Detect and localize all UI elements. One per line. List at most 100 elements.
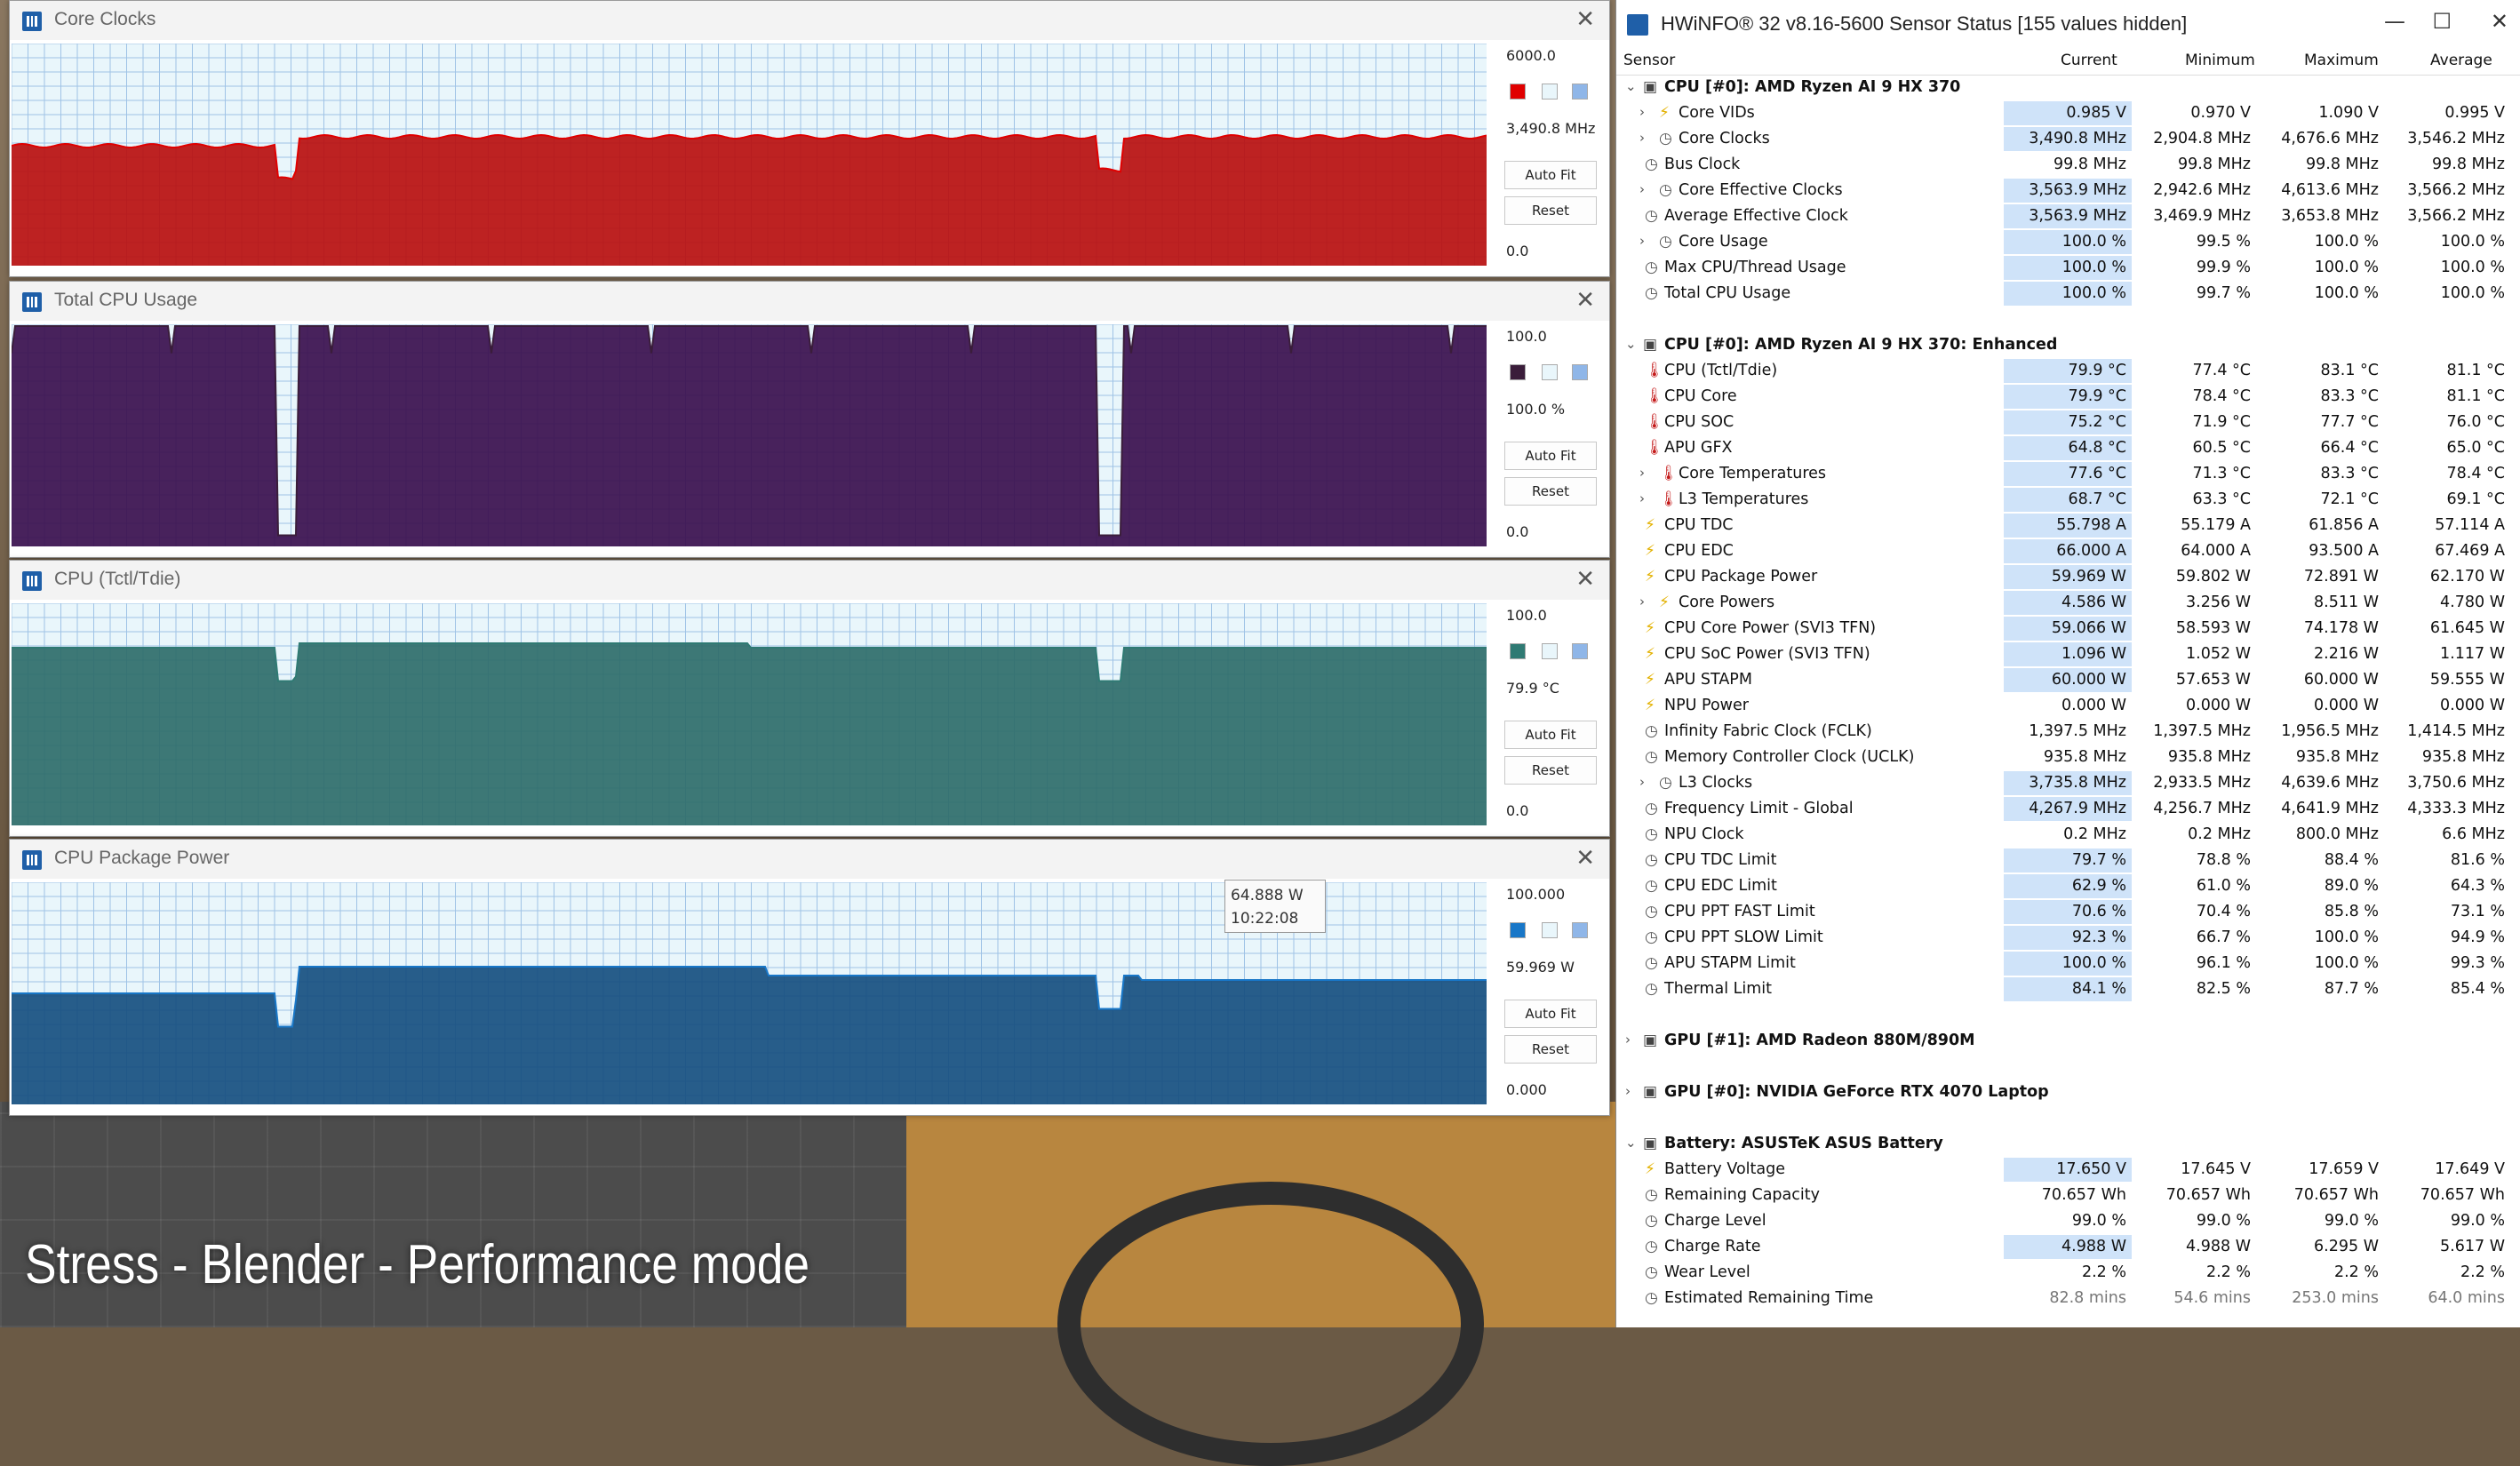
auto-fit-button[interactable]: Auto Fit [1504, 161, 1597, 189]
graph-color-swatch[interactable] [1510, 364, 1526, 380]
chevron-right-icon[interactable]: › [1639, 104, 1645, 120]
graph-grid-swatch[interactable] [1572, 84, 1588, 100]
sensor-row[interactable]: ◷ APU STAPM Limit 100.0 % 96.1 % 100.0 %… [1616, 951, 2520, 976]
sensor-row[interactable]: ◷ Remaining Capacity 70.657 Wh 70.657 Wh… [1616, 1183, 2520, 1208]
graph-color-swatch[interactable] [1510, 922, 1526, 938]
sensor-row[interactable]: ⚡ Battery Voltage 17.650 V 17.645 V 17.6… [1616, 1157, 2520, 1183]
sensor-row[interactable]: ◷ Charge Rate 4.988 W 4.988 W 6.295 W 5.… [1616, 1234, 2520, 1260]
sensor-row[interactable]: 🌡 CPU SOC 75.2 °C 71.9 °C 77.7 °C 76.0 °… [1616, 410, 2520, 435]
maximize-icon[interactable]: ☐ [2432, 9, 2452, 34]
sensor-row[interactable]: ◷ Memory Controller Clock (UCLK) 935.8 M… [1616, 745, 2520, 770]
col-current[interactable]: Current [2061, 52, 2117, 69]
sensor-row[interactable]: › ⚡ Core VIDs 0.985 V 0.970 V 1.090 V 0.… [1616, 100, 2520, 126]
chevron-right-icon[interactable]: › [1639, 594, 1645, 610]
sensor-row[interactable]: ◷ Estimated Remaining Time 82.8 mins 54.… [1616, 1286, 2520, 1311]
graph-title-bar[interactable]: Core Clocks ✕ [10, 1, 1609, 40]
chevron-right-icon[interactable]: › [1625, 1083, 1631, 1099]
sensor-row[interactable]: ◷ Max CPU/Thread Usage 100.0 % 99.9 % 10… [1616, 255, 2520, 281]
graph-grid-swatch[interactable] [1572, 922, 1588, 938]
sensor-row[interactable]: ⚡ APU STAPM 60.000 W 57.653 W 60.000 W 5… [1616, 667, 2520, 693]
chevron-right-icon[interactable]: › [1625, 1032, 1631, 1048]
close-icon[interactable]: ✕ [1575, 287, 1595, 314]
sensor-row[interactable]: › ◷ Core Clocks 3,490.8 MHz 2,904.8 MHz … [1616, 126, 2520, 152]
graph-title-bar[interactable]: CPU Package Power ✕ [10, 840, 1609, 879]
sensor-row[interactable]: ◷ Wear Level 2.2 % 2.2 % 2.2 % 2.2 % [1616, 1260, 2520, 1286]
sensor-row[interactable]: ⚡ CPU Package Power 59.969 W 59.802 W 72… [1616, 564, 2520, 590]
graph-title-bar[interactable]: Total CPU Usage ✕ [10, 282, 1609, 321]
sensor-row[interactable]: ⚡ CPU Core Power (SVI3 TFN) 59.066 W 58.… [1616, 616, 2520, 641]
sensor-group-row[interactable]: ⌄ ▣ Battery: ASUSTeK ASUS Battery [1616, 1131, 2520, 1157]
sensor-group-row[interactable]: ⌄ ▣ CPU [#0]: AMD Ryzen AI 9 HX 370: Enh… [1616, 332, 2520, 358]
chevron-right-icon[interactable]: › [1639, 130, 1645, 146]
graph-grid-swatch[interactable] [1572, 643, 1588, 659]
sensor-group-row[interactable]: › ▣ GPU [#1]: AMD Radeon 880M/890M [1616, 1028, 2520, 1054]
graph-color-swatch[interactable] [1510, 84, 1526, 100]
graph-window[interactable]: CPU (Tctl/Tdie) ✕ 100.0 79.9 °C Auto Fit… [9, 560, 1610, 837]
col-sensor[interactable]: Sensor [1623, 52, 1675, 69]
sensor-row[interactable]: ◷ NPU Clock 0.2 MHz 0.2 MHz 800.0 MHz 6.… [1616, 822, 2520, 848]
chevron-right-icon[interactable]: › [1639, 233, 1645, 249]
title-bar[interactable]: HWiNFO® 32 v8.16-5600 Sensor Status [155… [1616, 0, 2520, 48]
sensor-row[interactable]: ◷ Charge Level 99.0 % 99.0 % 99.0 % 99.0… [1616, 1208, 2520, 1234]
sensor-row[interactable]: 🌡 APU GFX 64.8 °C 60.5 °C 66.4 °C 65.0 °… [1616, 435, 2520, 461]
auto-fit-button[interactable]: Auto Fit [1504, 442, 1597, 470]
reset-button[interactable]: Reset [1504, 477, 1597, 506]
sensor-row[interactable]: ◷ CPU PPT SLOW Limit 92.3 % 66.7 % 100.0… [1616, 925, 2520, 951]
close-icon[interactable]: ✕ [1575, 845, 1595, 872]
chevron-right-icon[interactable]: › [1639, 490, 1645, 506]
graph-bg-swatch[interactable] [1542, 643, 1558, 659]
sensor-row[interactable]: ◷ CPU PPT FAST Limit 70.6 % 70.4 % 85.8 … [1616, 899, 2520, 925]
sensor-row[interactable]: › ◷ Core Usage 100.0 % 99.5 % 100.0 % 10… [1616, 229, 2520, 255]
graph-color-swatch[interactable] [1510, 643, 1526, 659]
minimize-icon[interactable]: — [2384, 9, 2405, 34]
close-icon[interactable]: ✕ [2491, 9, 2508, 34]
sensor-row[interactable]: ⚡ CPU EDC 66.000 A 64.000 A 93.500 A 67.… [1616, 538, 2520, 564]
col-maximum[interactable]: Maximum [2304, 52, 2379, 69]
reset-button[interactable]: Reset [1504, 756, 1597, 785]
reset-button[interactable]: Reset [1504, 1035, 1597, 1064]
sensor-row[interactable]: ◷ CPU TDC Limit 79.7 % 78.8 % 88.4 % 81.… [1616, 848, 2520, 873]
sensor-row[interactable]: ◷ Bus Clock 99.8 MHz 99.8 MHz 99.8 MHz 9… [1616, 152, 2520, 178]
close-icon[interactable]: ✕ [1575, 6, 1595, 33]
graph-window[interactable]: Total CPU Usage ✕ 100.0 100.0 % Auto Fit… [9, 281, 1610, 558]
sensor-row[interactable]: › 🌡 L3 Temperatures 68.7 °C 63.3 °C 72.1… [1616, 487, 2520, 513]
sensor-row[interactable]: › ◷ Core Effective Clocks 3,563.9 MHz 2,… [1616, 178, 2520, 203]
chevron-right-icon[interactable]: › [1639, 465, 1645, 481]
graph-window[interactable]: Core Clocks ✕ 6000.0 3,490.8 MHz Auto Fi… [9, 0, 1610, 277]
sensor-row[interactable]: ⚡ CPU TDC 55.798 A 55.179 A 61.856 A 57.… [1616, 513, 2520, 538]
chevron-down-icon[interactable]: ⌄ [1625, 336, 1637, 352]
graph-grid-swatch[interactable] [1572, 364, 1588, 380]
sensor-row[interactable]: ⚡ CPU SoC Power (SVI3 TFN) 1.096 W 1.052… [1616, 641, 2520, 667]
sensor-row[interactable]: ◷ Thermal Limit 84.1 % 82.5 % 87.7 % 85.… [1616, 976, 2520, 1002]
reset-button[interactable]: Reset [1504, 196, 1597, 225]
graph-bg-swatch[interactable] [1542, 364, 1558, 380]
chevron-down-icon[interactable]: ⌄ [1625, 78, 1637, 94]
col-minimum[interactable]: Minimum [2185, 52, 2255, 69]
close-icon[interactable]: ✕ [1575, 566, 1595, 593]
graph-window[interactable]: CPU Package Power ✕ 100.000 59.969 W Aut… [9, 839, 1610, 1116]
sensor-row[interactable]: 🌡 CPU (Tctl/Tdie) 79.9 °C 77.4 °C 83.1 °… [1616, 358, 2520, 384]
hwinfo-sensor-window[interactable]: HWiNFO® 32 v8.16-5600 Sensor Status [155… [1615, 0, 2520, 1327]
sensor-row[interactable]: › 🌡 Core Temperatures 77.6 °C 71.3 °C 83… [1616, 461, 2520, 487]
graph-bg-swatch[interactable] [1542, 84, 1558, 100]
chevron-down-icon[interactable]: ⌄ [1625, 1135, 1637, 1151]
sensor-row[interactable]: 🌡 CPU Core 79.9 °C 78.4 °C 83.3 °C 81.1 … [1616, 384, 2520, 410]
graph-bg-swatch[interactable] [1542, 922, 1558, 938]
sensor-row[interactable]: ◷ Frequency Limit - Global 4,267.9 MHz 4… [1616, 796, 2520, 822]
sensor-row[interactable]: ◷ CPU EDC Limit 62.9 % 61.0 % 89.0 % 64.… [1616, 873, 2520, 899]
graph-title-bar[interactable]: CPU (Tctl/Tdie) ✕ [10, 561, 1609, 600]
auto-fit-button[interactable]: Auto Fit [1504, 721, 1597, 749]
col-average[interactable]: Average [2430, 52, 2492, 69]
sensor-row[interactable]: ◷ Average Effective Clock 3,563.9 MHz 3,… [1616, 203, 2520, 229]
sensor-row[interactable]: ◷ Total CPU Usage 100.0 % 99.7 % 100.0 %… [1616, 281, 2520, 307]
sensor-row[interactable]: ◷ Infinity Fabric Clock (FCLK) 1,397.5 M… [1616, 719, 2520, 745]
sensor-group-row[interactable]: › ▣ GPU [#0]: NVIDIA GeForce RTX 4070 La… [1616, 1080, 2520, 1105]
sensor-row[interactable]: ⚡ NPU Power 0.000 W 0.000 W 0.000 W 0.00… [1616, 693, 2520, 719]
sensor-row[interactable]: › ◷ L3 Clocks 3,735.8 MHz 2,933.5 MHz 4,… [1616, 770, 2520, 796]
chevron-right-icon[interactable]: › [1639, 774, 1645, 790]
auto-fit-button[interactable]: Auto Fit [1504, 1000, 1597, 1028]
sensor-list[interactable]: ⌄ ▣ CPU [#0]: AMD Ryzen AI 9 HX 370 › ⚡ … [1616, 75, 2520, 1311]
chevron-right-icon[interactable]: › [1639, 181, 1645, 197]
sensor-group-row[interactable]: ⌄ ▣ CPU [#0]: AMD Ryzen AI 9 HX 370 [1616, 75, 2520, 100]
sensor-row[interactable]: › ⚡ Core Powers 4.586 W 3.256 W 8.511 W … [1616, 590, 2520, 616]
